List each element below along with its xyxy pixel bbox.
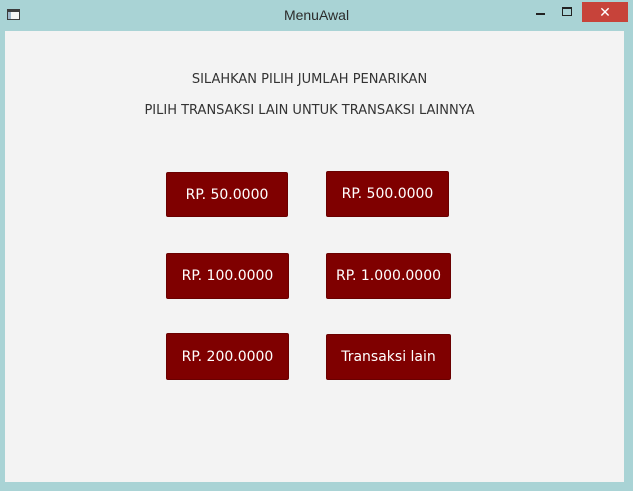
amount-50000-button[interactable]: RP. 50.0000 bbox=[166, 172, 288, 217]
instruction-select-amount: SILAHKAN PILIH JUMLAH PENARIKAN bbox=[191, 72, 428, 87]
close-button[interactable]: ✕ bbox=[582, 2, 628, 22]
maximize-button[interactable] bbox=[554, 2, 580, 22]
instruction-other-transaction: PILIH TRANSAKSI LAIN UNTUK TRANSAKSI LAI… bbox=[144, 103, 475, 118]
minimize-button[interactable] bbox=[528, 2, 554, 22]
other-transaction-button[interactable]: Transaksi lain bbox=[326, 334, 451, 380]
main-panel: SILAHKAN PILIH JUMLAH PENARIKAN PILIH TR… bbox=[5, 31, 624, 482]
amount-500000-button[interactable]: RP. 500.0000 bbox=[326, 171, 449, 217]
amount-100000-button[interactable]: RP. 100.0000 bbox=[166, 253, 289, 299]
title-bar[interactable]: MenuAwal ✕ bbox=[0, 0, 633, 31]
close-icon: ✕ bbox=[599, 4, 611, 20]
amount-1000000-button[interactable]: RP. 1.000.0000 bbox=[326, 253, 451, 299]
amount-200000-button[interactable]: RP. 200.0000 bbox=[166, 333, 289, 380]
app-window: MenuAwal ✕ SILAHKAN PILIH JUMLAH PENARIK… bbox=[0, 0, 633, 491]
